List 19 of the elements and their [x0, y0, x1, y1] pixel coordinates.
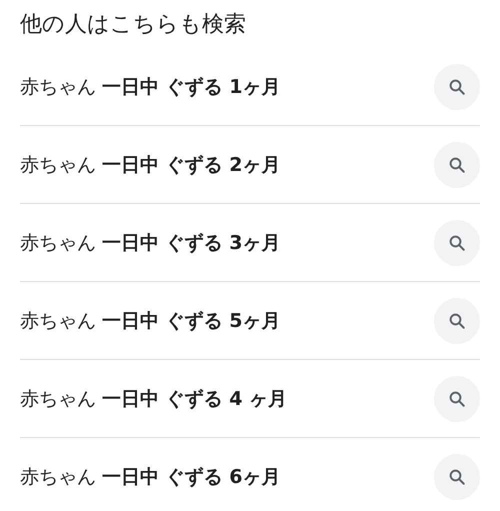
- search-button[interactable]: [434, 142, 480, 188]
- search-button[interactable]: [434, 454, 480, 500]
- search-button[interactable]: [434, 220, 480, 266]
- search-icon: [448, 468, 466, 486]
- related-search-link[interactable]: 赤ちゃん 一日中 ぐずる 4 ヶ月: [20, 386, 288, 412]
- search-icon: [448, 78, 466, 96]
- related-search-link[interactable]: 赤ちゃん 一日中 ぐずる 2ヶ月: [20, 152, 280, 178]
- search-button[interactable]: [434, 376, 480, 422]
- section-title: 他の人はこちらも検索: [20, 11, 247, 39]
- related-search-link[interactable]: 赤ちゃん 一日中 ぐずる 1ヶ月: [20, 74, 280, 100]
- related-search-link[interactable]: 赤ちゃん 一日中 ぐずる 6ヶ月: [20, 464, 280, 490]
- related-search-link[interactable]: 赤ちゃん 一日中 ぐずる 5ヶ月: [20, 308, 280, 334]
- search-button[interactable]: [434, 64, 480, 110]
- related-search-link[interactable]: 赤ちゃん 一日中 ぐずる 3ヶ月: [20, 230, 280, 256]
- search-icon: [448, 156, 466, 174]
- search-button[interactable]: [434, 298, 480, 344]
- search-icon: [448, 312, 466, 330]
- search-icon: [448, 234, 466, 252]
- search-icon: [448, 390, 466, 408]
